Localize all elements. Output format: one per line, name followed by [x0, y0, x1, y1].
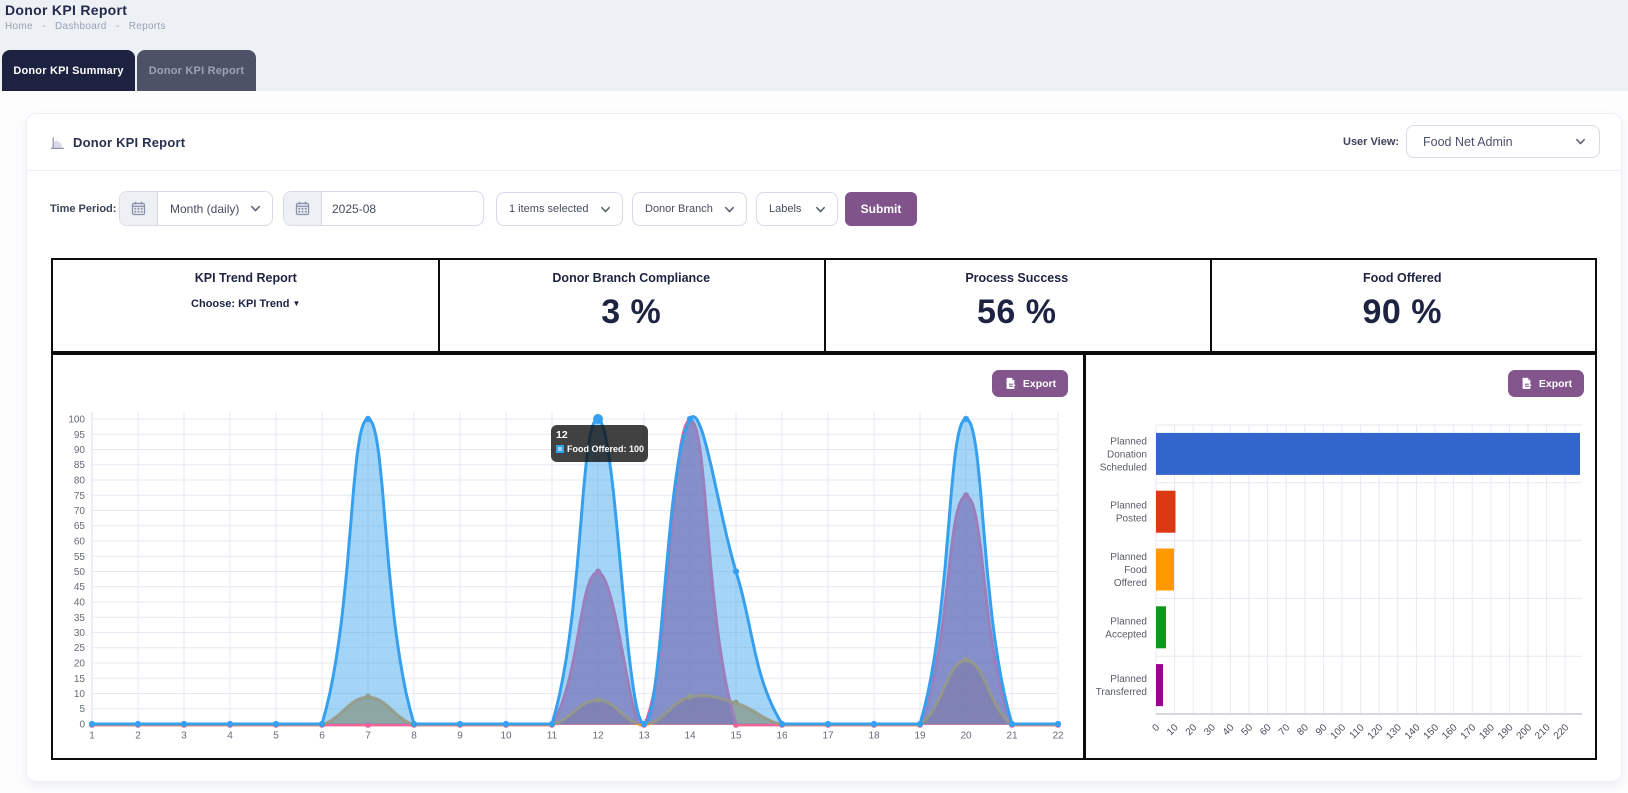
svg-text:Donation: Donation	[1107, 449, 1147, 460]
svg-text:45: 45	[74, 582, 86, 593]
svg-text:Posted: Posted	[1116, 514, 1147, 525]
svg-text:150: 150	[1422, 722, 1442, 742]
svg-text:40: 40	[1221, 722, 1237, 738]
svg-text:Planned: Planned	[1110, 616, 1147, 627]
svg-text:180: 180	[1477, 722, 1497, 742]
svg-text:55: 55	[74, 552, 86, 563]
svg-text:100: 100	[68, 415, 85, 426]
svg-text:35: 35	[74, 613, 86, 624]
svg-text:65: 65	[74, 521, 86, 532]
svg-text:17: 17	[822, 731, 834, 742]
svg-text:40: 40	[74, 598, 86, 609]
svg-text:5: 5	[79, 704, 85, 715]
svg-text:170: 170	[1459, 722, 1479, 742]
svg-text:Planned: Planned	[1110, 552, 1147, 563]
svg-text:Food: Food	[1124, 565, 1147, 576]
svg-text:4: 4	[227, 731, 233, 742]
svg-text:70: 70	[74, 506, 86, 517]
svg-text:11: 11	[547, 731, 558, 742]
svg-text:90: 90	[1314, 722, 1330, 738]
svg-text:2: 2	[135, 731, 141, 742]
svg-text:10: 10	[74, 689, 86, 700]
svg-text:85: 85	[74, 460, 86, 471]
svg-text:70: 70	[1277, 722, 1293, 738]
svg-text:5: 5	[273, 731, 279, 742]
svg-text:30: 30	[1202, 722, 1218, 738]
svg-text:90: 90	[74, 445, 86, 456]
svg-text:10: 10	[1165, 722, 1181, 738]
svg-text:20: 20	[1184, 722, 1200, 738]
svg-text:80: 80	[74, 476, 86, 487]
svg-text:3: 3	[181, 731, 187, 742]
svg-text:160: 160	[1440, 722, 1460, 742]
svg-text:60: 60	[74, 537, 86, 548]
svg-text:120: 120	[1366, 722, 1386, 742]
svg-text:12: 12	[592, 731, 604, 742]
svg-text:15: 15	[74, 674, 86, 685]
svg-text:190: 190	[1496, 722, 1516, 742]
svg-text:1: 1	[89, 731, 95, 742]
svg-text:10: 10	[500, 731, 512, 742]
svg-text:60: 60	[1258, 722, 1274, 738]
svg-text:200: 200	[1515, 722, 1535, 742]
svg-text:14: 14	[684, 731, 696, 742]
svg-text:75: 75	[74, 491, 86, 502]
svg-text:6: 6	[319, 731, 325, 742]
svg-text:220: 220	[1552, 722, 1572, 742]
svg-text:22: 22	[1052, 731, 1064, 742]
svg-text:20: 20	[960, 731, 972, 742]
svg-text:130: 130	[1384, 722, 1404, 742]
svg-text:0: 0	[1150, 722, 1162, 734]
svg-text:Planned: Planned	[1110, 501, 1147, 512]
svg-text:Planned: Planned	[1110, 436, 1147, 447]
svg-text:20: 20	[74, 659, 86, 670]
svg-text:210: 210	[1533, 722, 1553, 742]
svg-text:Transferred: Transferred	[1096, 687, 1147, 698]
svg-text:16: 16	[776, 731, 788, 742]
svg-text:25: 25	[74, 643, 86, 654]
svg-text:Planned: Planned	[1110, 674, 1147, 685]
svg-text:80: 80	[1295, 722, 1311, 738]
svg-text:0: 0	[79, 720, 85, 731]
svg-text:140: 140	[1403, 722, 1423, 742]
svg-text:18: 18	[868, 731, 880, 742]
svg-text:7: 7	[365, 731, 371, 742]
svg-text:110: 110	[1348, 722, 1367, 741]
svg-text:30: 30	[74, 628, 86, 639]
svg-text:Accepted: Accepted	[1105, 629, 1147, 640]
svg-text:8: 8	[411, 731, 417, 742]
svg-text:Scheduled: Scheduled	[1100, 462, 1147, 473]
svg-text:21: 21	[1006, 731, 1018, 742]
svg-text:9: 9	[457, 731, 463, 742]
svg-text:50: 50	[1239, 722, 1255, 738]
svg-text:95: 95	[74, 430, 86, 441]
svg-text:50: 50	[74, 567, 86, 578]
svg-text:13: 13	[638, 731, 650, 742]
svg-text:19: 19	[914, 731, 926, 742]
svg-text:100: 100	[1329, 722, 1349, 742]
svg-text:Offered: Offered	[1114, 578, 1147, 589]
svg-text:15: 15	[730, 731, 742, 742]
